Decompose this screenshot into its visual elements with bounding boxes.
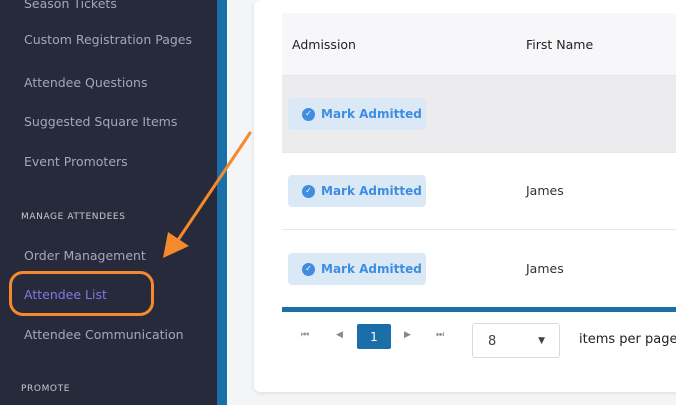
sidebar-item-attendee-questions[interactable]: Attendee Questions xyxy=(24,75,147,90)
mark-admitted-label: Mark Admitted xyxy=(321,262,422,276)
check-circle-icon: ✓ xyxy=(302,107,315,121)
column-header-admission[interactable]: Admission xyxy=(292,37,356,52)
sidebar-item-attendee-communication[interactable]: Attendee Communication xyxy=(24,327,184,342)
sidebar-accent-strip xyxy=(217,0,227,405)
check-circle-icon: ✓ xyxy=(302,262,315,276)
section-heading-promote: PROMOTE xyxy=(21,384,70,394)
table-row[interactable]: ✓ Mark Admitted xyxy=(282,76,676,153)
last-page-icon[interactable]: ⏭ xyxy=(436,330,444,340)
next-page-icon[interactable]: ▶ xyxy=(404,330,411,340)
items-per-page-value: 8 xyxy=(488,334,497,349)
attendee-table-card: Admission First Name ✓ Mark Admitted ✓ M… xyxy=(254,0,676,392)
table-row[interactable]: ✓ Mark Admitted James xyxy=(282,153,676,230)
caret-down-icon: ▼ xyxy=(538,336,545,346)
first-name-cell: James xyxy=(526,183,564,198)
sidebar-item-order-management[interactable]: Order Management xyxy=(24,248,146,263)
column-header-first-name[interactable]: First Name xyxy=(526,37,593,52)
mark-admitted-button[interactable]: ✓ Mark Admitted xyxy=(288,253,426,285)
sidebar-item-event-promoters[interactable]: Event Promoters xyxy=(24,154,128,169)
items-per-page-label: items per page xyxy=(579,332,676,347)
first-page-icon[interactable]: ⏮ xyxy=(301,330,309,340)
table-row[interactable]: ✓ Mark Admitted James xyxy=(282,231,676,308)
check-circle-icon: ✓ xyxy=(302,184,315,198)
first-name-cell: James xyxy=(526,261,564,276)
mark-admitted-button[interactable]: ✓ Mark Admitted xyxy=(288,175,426,207)
annotation-highlight-ring xyxy=(9,271,154,316)
current-page-button[interactable]: 1 xyxy=(357,324,391,349)
mark-admitted-button[interactable]: ✓ Mark Admitted xyxy=(288,98,426,130)
sidebar-item-custom-registration-pages[interactable]: Custom Registration Pages xyxy=(24,32,192,47)
mark-admitted-label: Mark Admitted xyxy=(321,107,422,121)
mark-admitted-label: Mark Admitted xyxy=(321,184,422,198)
prev-page-icon[interactable]: ◀ xyxy=(336,330,343,340)
items-per-page-select[interactable]: 8 ▼ xyxy=(472,323,560,358)
sidebar: Season Tickets Custom Registration Pages… xyxy=(0,0,217,405)
section-heading-manage-attendees: MANAGE ATTENDEES xyxy=(21,212,126,222)
table-header: Admission First Name xyxy=(282,13,676,76)
table-bottom-rule xyxy=(282,307,676,312)
sidebar-item-season-tickets[interactable]: Season Tickets xyxy=(24,0,117,11)
sidebar-item-suggested-square-items[interactable]: Suggested Square Items xyxy=(24,114,177,129)
